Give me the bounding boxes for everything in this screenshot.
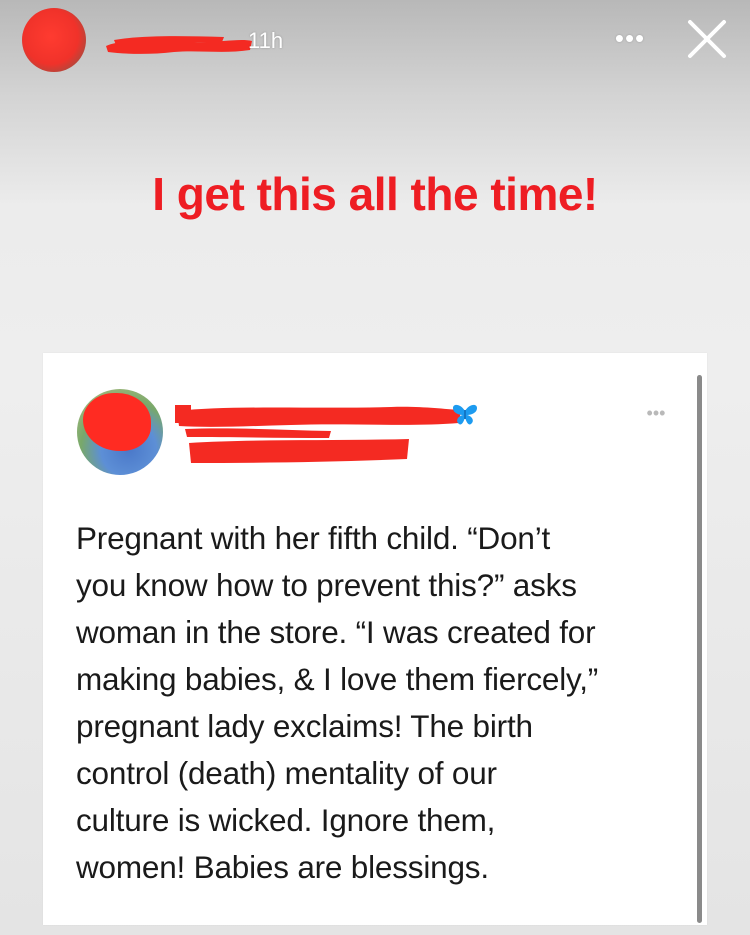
redacted-display-name bbox=[175, 405, 461, 463]
tweet-line: women! Babies are blessings. bbox=[76, 849, 489, 885]
butterfly-icon bbox=[453, 404, 477, 425]
tweet-line: woman in the store. “I was created for bbox=[76, 614, 596, 650]
story-timestamp: 11h bbox=[248, 28, 284, 53]
tweet-line: Pregnant with her fifth child. “Don’t bbox=[76, 520, 551, 556]
avatar[interactable] bbox=[22, 8, 86, 72]
tweet-line: control (death) mentality of our bbox=[76, 755, 497, 791]
tweet-avatar[interactable] bbox=[77, 389, 163, 475]
story-caption: I get this all the time! bbox=[152, 168, 598, 220]
avatar-redaction bbox=[83, 393, 151, 451]
tweet-line: you know how to prevent this?” asks bbox=[76, 567, 577, 603]
tweet-line: making babies, & I love them fiercely,” bbox=[76, 661, 599, 697]
tweet-card: ••• Pregnant with her fifth child. “Don’… bbox=[43, 353, 707, 925]
tweet-body: Pregnant with her fifth child. “Don’t yo… bbox=[76, 515, 686, 891]
story-header: 11h ••• bbox=[0, 0, 750, 90]
tweet-line: pregnant lady exclaims! The birth bbox=[76, 708, 533, 744]
scrollbar[interactable] bbox=[697, 375, 702, 923]
tweet-line: culture is wicked. Ignore them, bbox=[76, 802, 496, 838]
close-icon[interactable] bbox=[682, 14, 732, 64]
more-options-icon[interactable]: ••• bbox=[610, 25, 650, 52]
redacted-username bbox=[106, 36, 252, 54]
tweet-more-icon[interactable]: ••• bbox=[641, 404, 671, 422]
